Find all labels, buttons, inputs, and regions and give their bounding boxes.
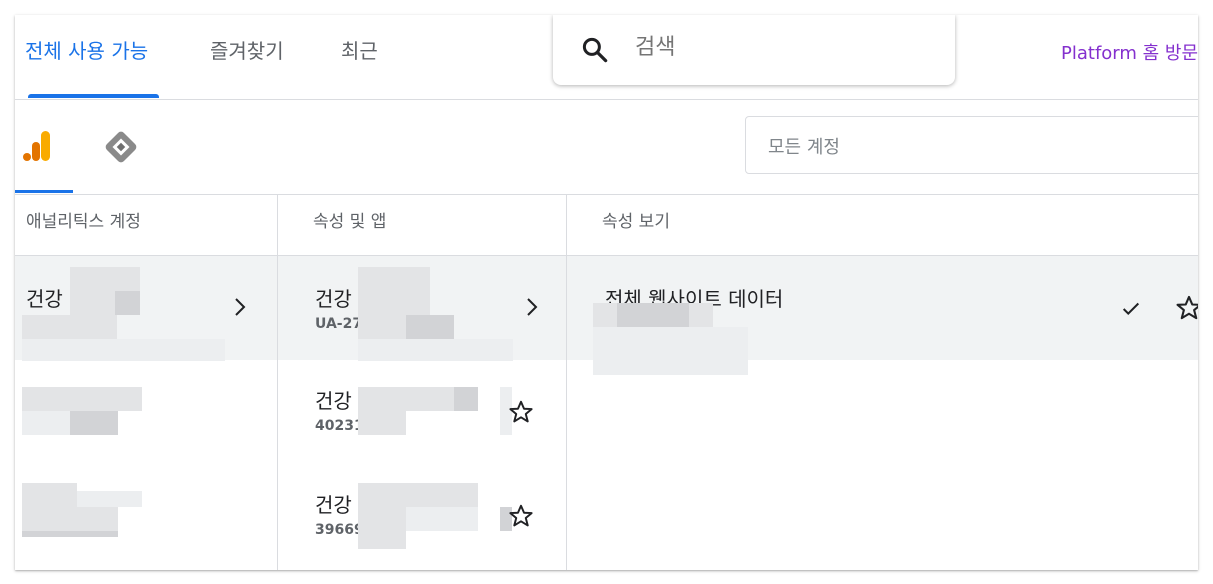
property-id: 39669	[315, 522, 364, 538]
tab-all-available[interactable]: 전체 사용 가능	[25, 35, 148, 64]
redacted-text	[358, 507, 406, 549]
property-name: 건강	[315, 389, 352, 413]
search-box[interactable]	[553, 15, 955, 85]
search-icon	[582, 37, 608, 63]
active-tab-indicator	[28, 94, 159, 98]
product-switcher: 모든 계정	[15, 99, 1198, 195]
tag-manager-icon[interactable]	[103, 129, 139, 165]
tab-favorites[interactable]: 즐겨찾기	[210, 35, 284, 64]
redacted-text	[358, 411, 406, 435]
redacted-text	[77, 491, 142, 507]
redacted-text	[22, 339, 225, 361]
star-icon[interactable]	[508, 399, 534, 425]
property-id: UA-27	[315, 316, 363, 332]
property-name: 건강	[315, 493, 352, 517]
search-input[interactable]	[635, 34, 915, 60]
redacted-text	[22, 411, 70, 435]
redacted-text	[406, 315, 454, 339]
checkmark-icon	[1122, 302, 1140, 316]
column-divider	[566, 195, 567, 570]
redacted-text	[454, 387, 478, 411]
tab-recent[interactable]: 최근	[341, 35, 378, 64]
redacted-text	[22, 315, 117, 339]
redacted-text	[617, 303, 689, 327]
redacted-text	[358, 483, 478, 507]
redacted-text	[358, 339, 513, 361]
redacted-text	[115, 291, 140, 315]
column-header-views: 속성 보기	[602, 212, 670, 232]
redacted-text	[22, 531, 118, 537]
star-icon[interactable]	[508, 503, 534, 529]
redacted-text	[406, 507, 478, 531]
property-id: 40231	[315, 418, 364, 434]
active-product-indicator	[15, 190, 73, 193]
property-name: 건강	[315, 287, 352, 311]
chevron-right-icon	[235, 298, 246, 316]
redacted-text	[22, 387, 142, 411]
platform-home-link[interactable]: Platform 홈 방문	[1061, 39, 1198, 65]
chevron-right-icon	[527, 298, 538, 316]
column-header-accounts: 애널리틱스 계정	[26, 212, 141, 232]
star-icon[interactable]	[1175, 294, 1198, 322]
redacted-text	[22, 507, 118, 531]
column-divider	[277, 195, 278, 570]
column-header-properties: 속성 및 앱	[313, 212, 387, 232]
analytics-icon[interactable]	[23, 129, 53, 163]
redacted-text	[593, 327, 748, 375]
redacted-text	[70, 411, 118, 435]
account-picker-panel: 전체 사용 가능 즐겨찾기 최근 Platform 홈 방문 모든 계정 애널리…	[15, 15, 1198, 570]
tab-bar: 전체 사용 가능 즐겨찾기 최근 Platform 홈 방문	[15, 15, 1198, 100]
account-name: 건강	[26, 287, 63, 311]
account-filter-field[interactable]: 모든 계정	[745, 116, 1198, 174]
redacted-text	[22, 483, 77, 507]
